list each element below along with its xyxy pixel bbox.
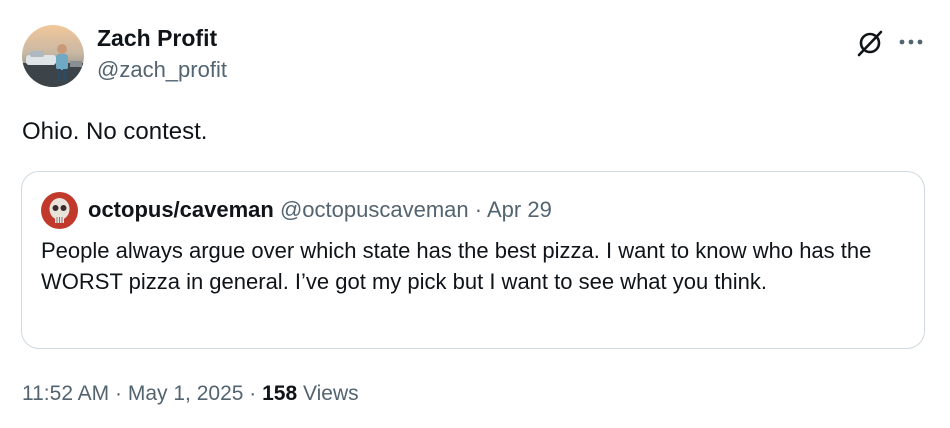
author-block: Zach Profit @zach_profit <box>97 27 227 81</box>
views-count: 158 <box>262 382 298 405</box>
quoted-text: People always argue over which state has… <box>41 238 872 294</box>
author-handle[interactable]: @zach_profit <box>97 59 227 81</box>
avatar-photo-icon <box>22 25 84 87</box>
footer-separator: · <box>249 382 257 405</box>
views-link[interactable]: 158 Views <box>262 382 359 405</box>
tweet-text: Ohio. No contest. <box>22 118 208 145</box>
author-display-name[interactable]: Zach Profit <box>97 27 227 50</box>
tweet-timestamp[interactable]: 11:52 AM · May 1, 2025 <box>22 382 243 405</box>
quoted-separator: · <box>474 197 483 222</box>
tweet-time: 11:52 AM <box>22 382 110 405</box>
views-label: Views <box>303 382 359 405</box>
tweet-card: Zach Profit @zach_profit Ohio. No contes… <box>0 0 950 428</box>
skull-avatar-icon <box>41 192 78 229</box>
more-options-icon[interactable] <box>897 32 925 52</box>
author-avatar[interactable] <box>22 25 84 87</box>
quoted-tweet[interactable]: octopus/caveman @octopuscaveman · Apr 29… <box>21 171 925 349</box>
footer-separator: · <box>115 382 123 405</box>
grok-icon[interactable] <box>855 28 885 58</box>
tweet-date: May 1, 2025 <box>127 382 244 405</box>
quoted-date[interactable]: Apr 29 <box>487 197 552 222</box>
quoted-display-name[interactable]: octopus/caveman <box>88 197 274 222</box>
tweet-footer: 11:52 AM · May 1, 2025 · 158 Views <box>22 383 359 404</box>
quoted-handle[interactable]: @octopuscaveman <box>280 197 469 222</box>
quoted-author-avatar[interactable] <box>41 192 78 229</box>
quoted-meta: octopus/caveman @octopuscaveman · Apr 29 <box>88 199 552 221</box>
